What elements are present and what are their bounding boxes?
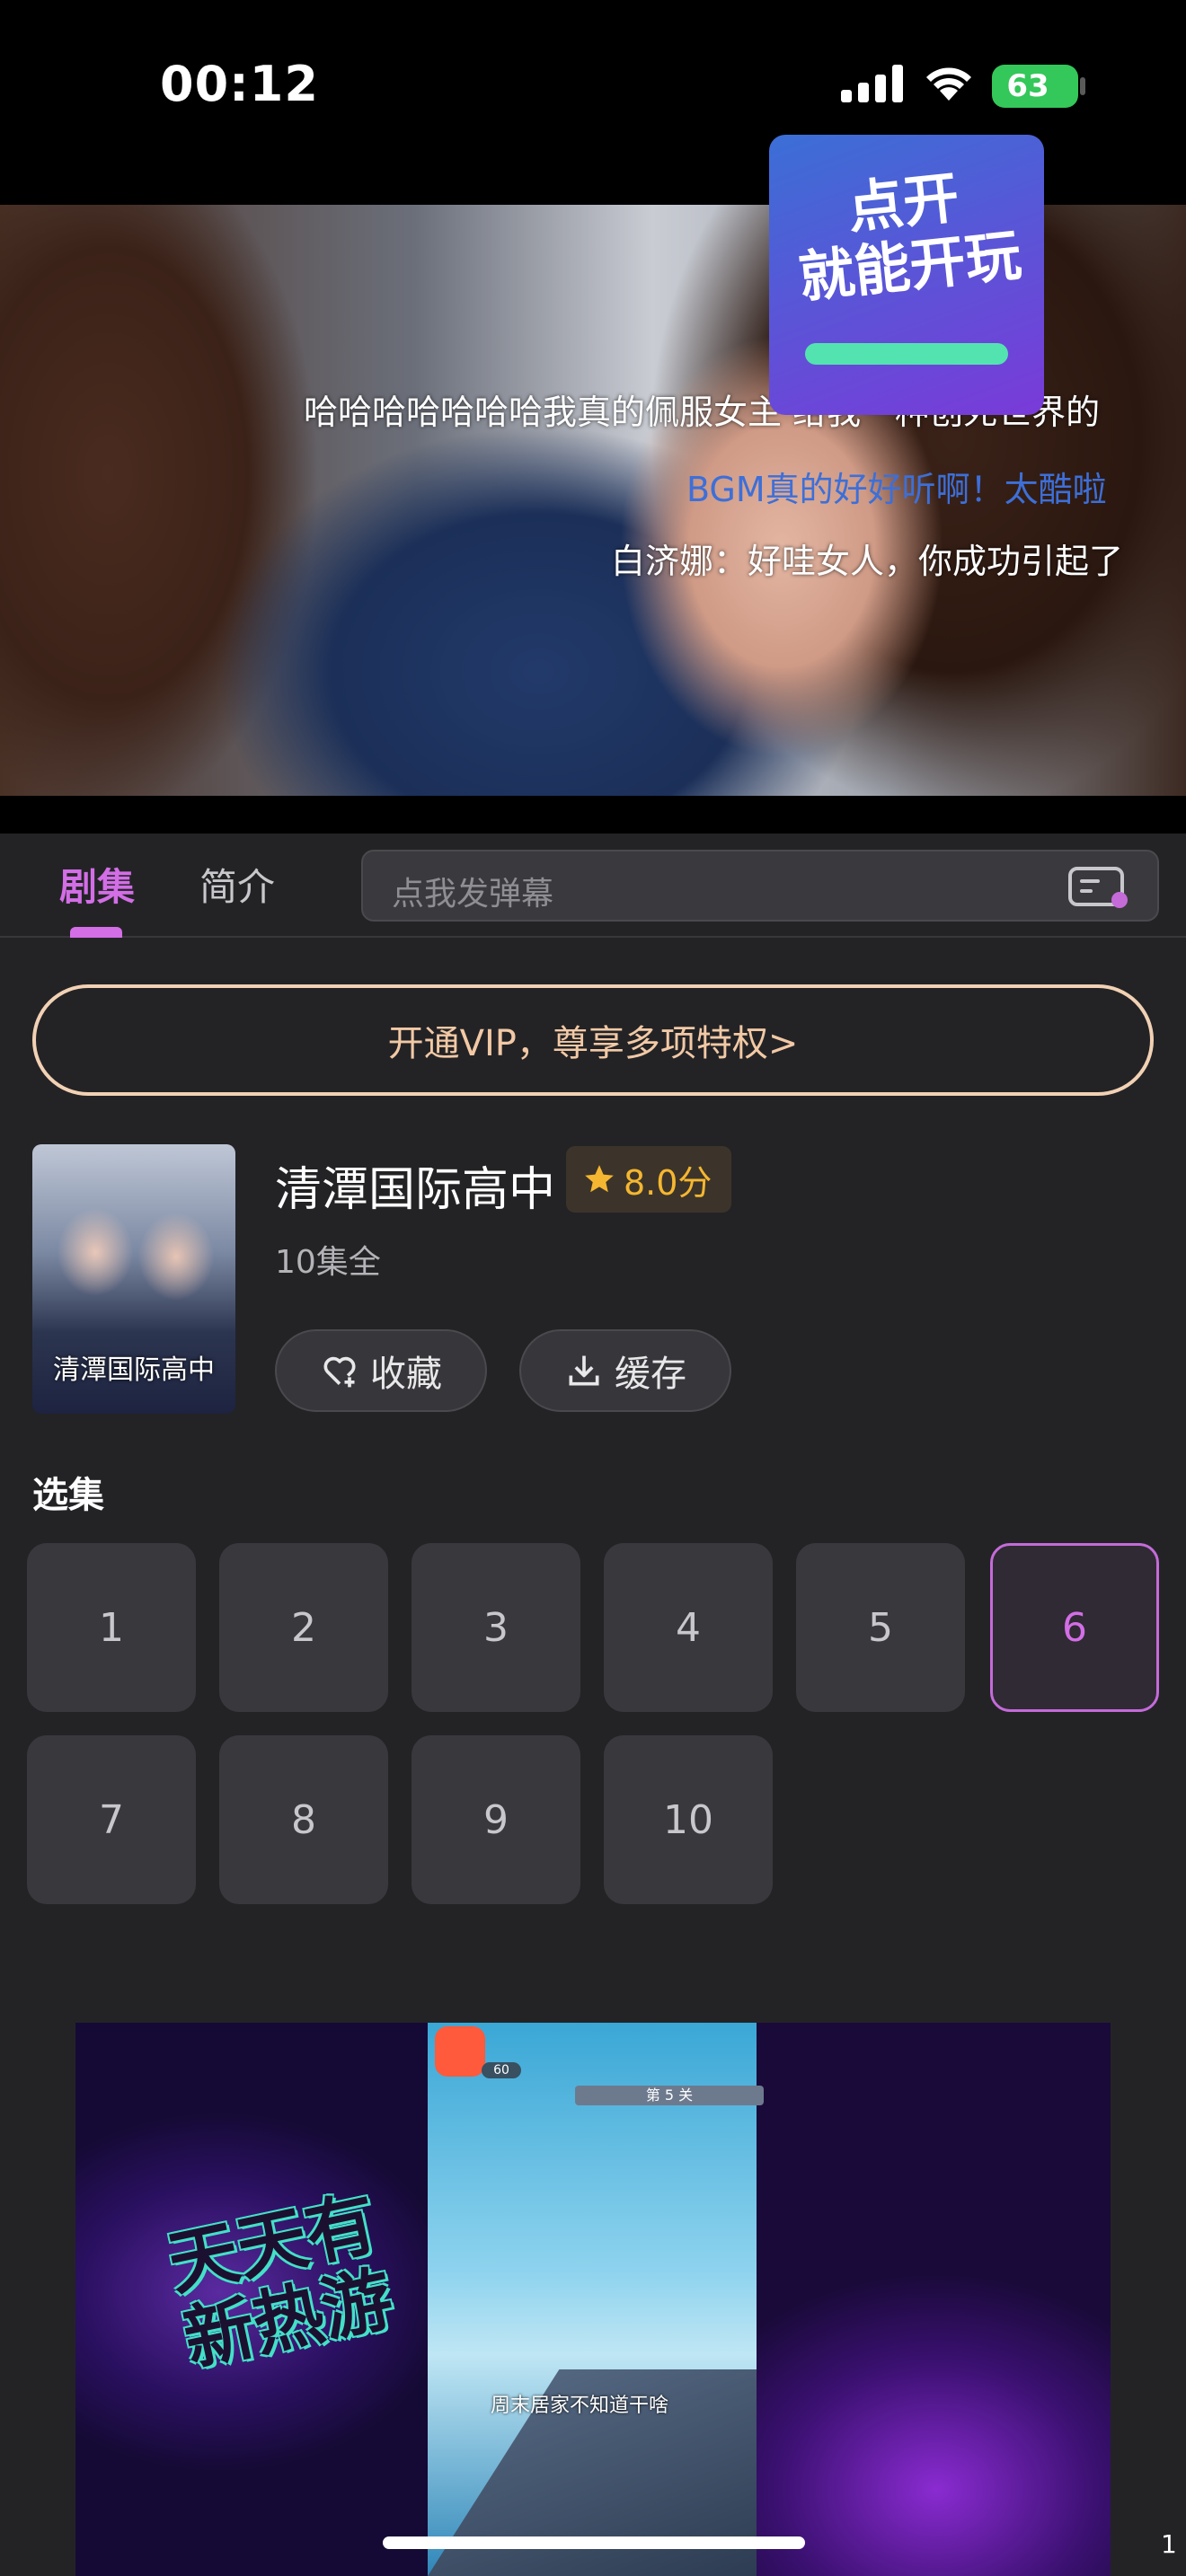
danmaku-comment: 白济娜：好哇女人，你成功引起了 [611, 542, 1124, 581]
episode-button-9[interactable]: 9 [412, 1735, 580, 1904]
episode-button-2[interactable]: 2 [219, 1543, 388, 1712]
wifi-icon [926, 67, 971, 101]
danmaku-settings-icon[interactable] [1067, 866, 1130, 909]
battery-cap [1080, 77, 1085, 95]
ad-game-preview [428, 2023, 757, 2576]
danmaku-comment: BGM真的好好听啊！太酷啦 [686, 470, 1107, 509]
app-screen: 00:12 63 哈哈哈哈哈哈哈我真的佩服女主 给我一种创死世界的 BGM真的好… [0, 0, 1186, 2576]
ad-caption: 周末居家不知道干啥 [491, 2395, 669, 2417]
ad-score: 60 [482, 2062, 521, 2078]
episodes-total: 10集全 [275, 1244, 381, 1281]
danmaku-input-placeholder: 点我发弹幕 [392, 876, 554, 913]
favorite-button[interactable]: 收藏 [275, 1329, 487, 1412]
download-icon [569, 1355, 599, 1386]
battery-level: 63 [1006, 68, 1049, 104]
star-icon [585, 1165, 614, 1193]
episode-section-title: 选集 [32, 1475, 104, 1516]
rating-value: 8.0分 [624, 1162, 712, 1203]
rating-badge: 8.0分 [566, 1146, 732, 1213]
cellular-signal-icon [841, 65, 903, 102]
ad-right-panel [757, 2023, 1111, 2576]
status-time: 00:12 [160, 56, 319, 112]
episode-button-10[interactable]: 10 [604, 1735, 773, 1904]
page-number: 1 [1161, 2529, 1177, 2559]
show-poster[interactable]: 清潭国际高中 [32, 1144, 235, 1414]
ad-level-label: 第 5 关 [575, 2086, 764, 2105]
ad-progress-bar [805, 343, 1008, 365]
ad-play-text: 点开 就能开玩 [763, 156, 1049, 313]
vip-button[interactable]: 开通VIP，尊享多项特权> [32, 984, 1154, 1096]
tab-intro[interactable]: 简介 [199, 857, 275, 912]
episode-button-1[interactable]: 1 [27, 1543, 196, 1712]
ad-banner[interactable]: 天天有 新热游 第 5 关 [75, 2023, 1111, 2576]
episode-button-3[interactable]: 3 [412, 1543, 580, 1712]
episode-button-7[interactable]: 7 [27, 1735, 196, 1904]
ad-play-card[interactable]: 点开 就能开玩 [769, 135, 1044, 415]
vip-button-label: 开通VIP，尊享多项特权> [387, 1023, 799, 1064]
tab-episodes[interactable]: 剧集 [59, 857, 135, 912]
episode-button-6-current[interactable]: 6 [990, 1543, 1159, 1712]
tabs-row: 剧集 简介 点我发弹幕 [0, 834, 1186, 938]
active-tab-indicator [70, 927, 122, 938]
video-bottom-bar [0, 796, 1186, 834]
episode-button-8[interactable]: 8 [219, 1735, 388, 1904]
kuaishou-app-icon [435, 2026, 485, 2077]
heart-plus-icon [323, 1356, 356, 1388]
danmaku-input[interactable]: 点我发弹幕 [361, 850, 1159, 922]
cache-button[interactable]: 缓存 [519, 1329, 731, 1412]
episode-button-5[interactable]: 5 [796, 1543, 965, 1712]
episode-button-4[interactable]: 4 [604, 1543, 773, 1712]
cache-label: 缓存 [615, 1354, 686, 1395]
show-title: 清潭国际高中 [275, 1163, 556, 1217]
battery-icon: 63 [992, 65, 1078, 108]
favorite-label: 收藏 [370, 1354, 442, 1395]
poster-title: 清潭国际高中 [53, 1354, 215, 1386]
home-indicator[interactable] [383, 2536, 805, 2549]
